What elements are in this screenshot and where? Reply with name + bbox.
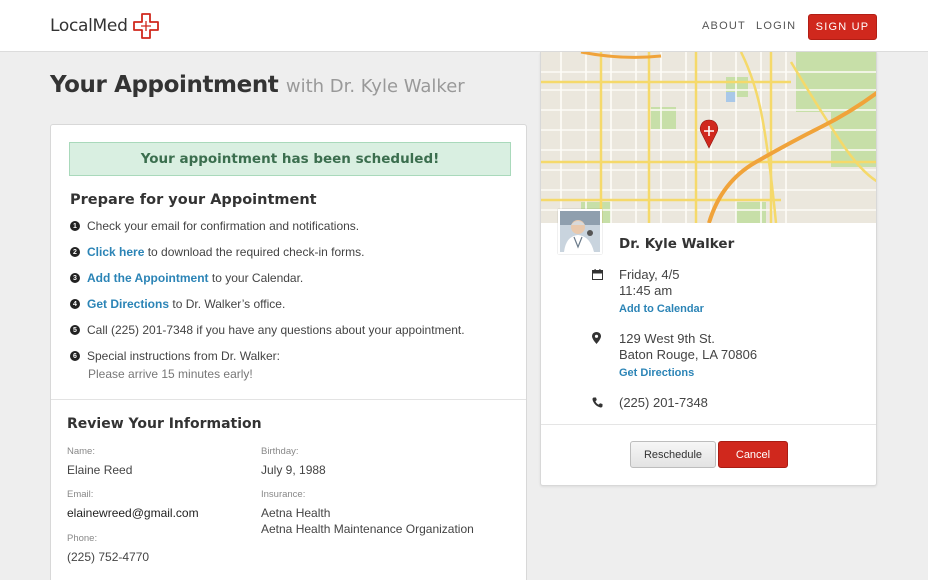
phone-icon [592, 397, 603, 408]
review-section-title: Review Your Information [67, 416, 262, 432]
step-directions: 4 Get Directions to Dr. Walker’s office. [70, 297, 510, 323]
name-value: Elaine Reed [67, 463, 133, 477]
step-text: to download the required check-in forms. [144, 245, 365, 259]
office-address: 129 West 9th St. Baton Rouge, LA 70806 G… [619, 331, 757, 381]
doctor-name: Dr. Kyle Walker [619, 236, 735, 252]
card-divider [541, 424, 876, 425]
page-title: Your Appointment with Dr. Kyle Walker [50, 72, 465, 98]
name-field: Name: Elaine Reed [67, 446, 132, 478]
email-field: Email: elainewreed@gmail.com [67, 489, 199, 521]
cancel-button[interactable]: Cancel [718, 441, 788, 468]
doctor-summary-card: Dr. Kyle Walker Friday, 4/5 11:45 am Add… [540, 52, 877, 486]
add-appointment-link[interactable]: Add the Appointment [87, 271, 209, 285]
birthday-field: Birthday: July 9, 1988 [261, 446, 326, 478]
section-divider [51, 399, 526, 400]
nav-login-link[interactable]: LOGIN [756, 20, 796, 32]
location-map[interactable] [541, 52, 877, 223]
page-title-main: Your Appointment [50, 72, 279, 98]
step-text: to your Calendar. [208, 271, 304, 285]
appointment-date: Friday, 4/5 [619, 267, 680, 282]
add-to-calendar-link[interactable]: Add to Calendar [619, 301, 704, 317]
appointment-time: 11:45 am [619, 283, 673, 298]
phone-label: Phone: [67, 533, 98, 544]
step-checkin-forms: 2 Click here to download the required ch… [70, 245, 510, 271]
logo-text: LocalMed [50, 16, 128, 36]
get-directions-link[interactable]: Get Directions [87, 297, 169, 311]
email-value: elainewreed@gmail.com [67, 506, 199, 520]
success-banner: Your appointment has been scheduled! [69, 142, 511, 176]
insurance-label: Insurance: [261, 489, 306, 500]
prepare-section-title: Prepare for your Appointment [70, 192, 317, 208]
step-text: Check your email for confirmation and no… [87, 219, 360, 233]
step-number-badge: 3 [70, 273, 80, 283]
click-here-forms-link[interactable]: Click here [87, 245, 144, 259]
top-navigation-bar: LocalMed ABOUT LOGIN SIGN UP [0, 0, 928, 52]
insurance-plan-value: Aetna Health Maintenance Organization [261, 522, 474, 536]
office-phone: (225) 201-7348 [619, 395, 708, 410]
birthday-value: July 9, 1988 [261, 463, 326, 477]
insurance-value: Aetna Health [261, 506, 331, 520]
special-instructions-note: Please arrive 15 minutes early! [88, 367, 253, 381]
step-text: Call (225) 201-7348 if you have any ques… [87, 323, 465, 337]
get-directions-side-link[interactable]: Get Directions [619, 365, 757, 381]
nav-about-link[interactable]: ABOUT [702, 20, 746, 32]
page-title-doctor: with Dr. Kyle Walker [285, 76, 465, 97]
phone-field: Phone: (225) 752-4770 [67, 533, 149, 565]
calendar-icon [592, 269, 603, 280]
localmed-logo[interactable]: LocalMed [50, 12, 160, 40]
step-text: to Dr. Walker’s office. [169, 297, 286, 311]
birthday-label: Birthday: [261, 446, 299, 457]
address-line-2: Baton Rouge, LA 70806 [619, 347, 758, 362]
step-number-badge: 5 [70, 325, 80, 335]
medical-cross-icon [132, 13, 159, 39]
appointment-details-card: Your appointment has been scheduled! Pre… [50, 124, 527, 580]
step-text: Special instructions from Dr. Walker: [87, 349, 280, 363]
step-number-badge: 6 [70, 351, 80, 361]
location-pin-icon [592, 332, 601, 344]
step-number-badge: 2 [70, 247, 80, 257]
step-check-email: 1 Check your email for confirmation and … [70, 219, 510, 245]
step-add-calendar: 3 Add the Appointment to your Calendar. [70, 271, 510, 297]
sign-up-button[interactable]: SIGN UP [808, 14, 877, 40]
phone-value: (225) 752-4770 [67, 550, 150, 564]
appointment-datetime: Friday, 4/5 11:45 am Add to Calendar [619, 267, 704, 317]
email-label: Email: [67, 489, 94, 500]
step-number-badge: 1 [70, 221, 80, 231]
reschedule-button[interactable]: Reschedule [630, 441, 716, 468]
step-number-badge: 4 [70, 299, 80, 309]
name-label: Name: [67, 446, 95, 457]
step-call-office: 5 Call (225) 201-7348 if you have any qu… [70, 323, 510, 349]
doctor-avatar [558, 209, 602, 254]
step-special-instructions: 6 Special instructions from Dr. Walker: … [70, 349, 510, 381]
address-line-1: 129 West 9th St. [619, 331, 715, 346]
insurance-field: Insurance: Aetna Health Aetna Health Mai… [261, 489, 474, 537]
prepare-steps-list: 1 Check your email for confirmation and … [70, 219, 510, 381]
